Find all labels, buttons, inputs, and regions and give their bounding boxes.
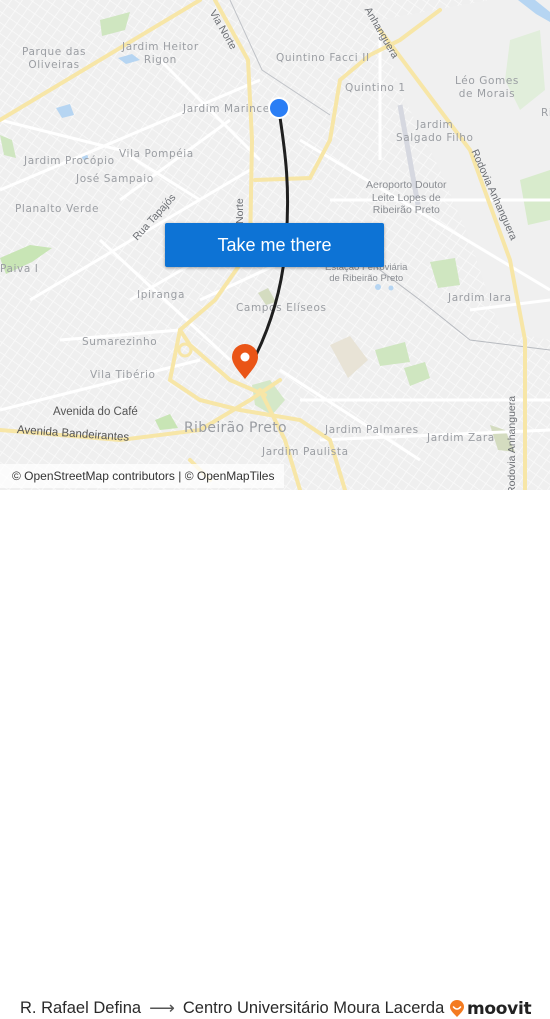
take-me-there-label: Take me there [217,234,332,255]
place-label: Jardim Heitor Rigon [122,41,199,66]
place-label: Paiva I [0,263,39,275]
place-label: Vila Pompéia [119,148,194,160]
place-label: Jardim Iara [448,292,512,304]
place-label: Ri [541,107,550,119]
moovit-wordmark: moovit [467,999,532,1019]
place-label: Jardim Palmares [325,424,419,436]
place-label: Jardim Marincel [183,103,274,115]
origin-name: R. Rafael Defina [20,999,142,1017]
place-label: Jardim Salgado Filho [396,119,474,144]
place-label: Quintino 1 [345,82,406,94]
arrow-right-icon: ⟶ [149,998,175,1018]
place-label: Jardim Procópio [24,155,115,167]
destination-name: Centro Universitário Moura Lacerda [182,999,445,1017]
place-label: Campos Elíseos [236,302,327,314]
lake [388,285,394,291]
route-summary: R. Rafael Defina ⟶ Centro Universitário … [20,998,444,1019]
place-label: Quintino Facci II [276,52,370,64]
take-me-there-button[interactable]: Take me there [165,223,384,267]
place-label: Parque das Oliveiras [22,46,87,71]
place-label: José Sampaio [76,173,154,185]
map[interactable]: Parque das Oliveiras Jardim Heitor Rigon… [0,0,550,490]
road-label: Norte [234,198,246,224]
place-label: Sumarezinho [82,336,158,348]
lake [375,284,381,290]
moovit-pin-icon [450,1000,464,1017]
place-label: Vila Tibério [90,369,156,381]
road-label: Avenida do Café [53,406,138,418]
map-attribution[interactable]: © OpenStreetMap contributors | © OpenMap… [0,464,285,488]
place-label: Léo Gomes de Morais [455,75,520,100]
place-label: Jardim Zara [427,432,495,444]
road-label: Rodovia Anhanguera [506,395,518,490]
place-label: Planalto Verde [15,203,100,215]
moovit-logo[interactable]: moovit [449,999,532,1019]
city-label: Ribeirão Preto [184,420,287,436]
place-label: Ipiranga [137,289,185,301]
place-label: Jardim Paulista [262,446,349,458]
footer-bar: R. Rafael Defina ⟶ Centro Universitário … [0,490,550,1019]
airport-label: Aeroporto Doutor Leite Lopes de Ribeirão… [366,179,447,216]
